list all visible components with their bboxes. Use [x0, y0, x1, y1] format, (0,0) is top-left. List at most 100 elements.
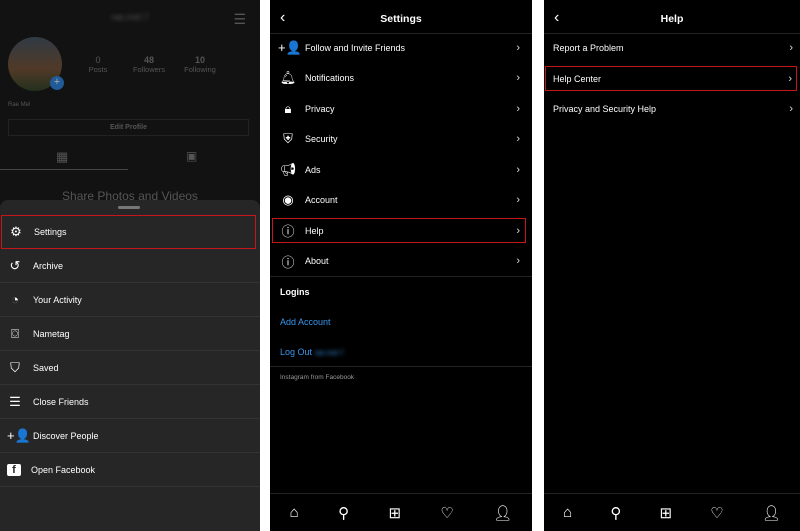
menu-item-saved[interactable]: ⛉ Saved: [0, 351, 260, 385]
help-item-report[interactable]: Report a Problem ›: [544, 33, 800, 63]
add-story-icon[interactable]: +: [50, 76, 64, 90]
item-label: Report a Problem: [553, 43, 624, 53]
settings-item-follow[interactable]: +👤 Follow and Invite Friends ›: [270, 33, 532, 63]
item-label: Account: [305, 195, 338, 205]
tagged-icon[interactable]: ▣: [186, 149, 197, 163]
item-label: Notifications: [305, 73, 355, 83]
shield-icon: ⛨: [283, 131, 293, 146]
menu-label: Settings: [34, 226, 67, 237]
home-icon[interactable]: ⌂: [563, 504, 572, 521]
following-label: Following: [184, 65, 216, 74]
chevron-right-icon: ›: [516, 42, 520, 54]
new-post-icon[interactable]: ⊞: [659, 504, 672, 522]
edit-profile-button[interactable]: Edit Profile: [8, 119, 249, 136]
menu-item-nametag[interactable]: ⌼ Nametag: [0, 317, 260, 351]
divider: [270, 276, 532, 277]
chevron-right-icon: ›: [516, 103, 520, 115]
menu-label: Nametag: [33, 328, 70, 339]
settings-item-privacy[interactable]: 🔒︎ Privacy ›: [270, 94, 532, 124]
archive-icon: ↺: [9, 257, 21, 273]
item-label: Follow and Invite Friends: [305, 43, 406, 53]
activity-icon: ◔: [11, 292, 19, 307]
profile-name: Rae Mel: [8, 102, 31, 108]
new-post-icon[interactable]: ⊞: [388, 504, 401, 522]
help-screen: ‹ Help Report a Problem › Help Center › Pr…: [544, 0, 800, 531]
log-out-link[interactable]: Log Out rae.mel.7: [280, 347, 344, 357]
chevron-right-icon: ›: [516, 164, 520, 176]
nametag-icon: ⌼: [11, 325, 19, 341]
settings-item-help[interactable]: ⓘ Help ›: [272, 218, 526, 243]
item-label: Privacy: [305, 104, 335, 114]
followers-count: 48: [143, 55, 154, 65]
chevron-right-icon: ›: [516, 133, 520, 145]
chevron-right-icon: ›: [788, 72, 792, 85]
chevron-right-icon: ›: [516, 255, 520, 267]
facebook-icon: f: [7, 463, 21, 476]
logins-heading: Logins: [280, 287, 310, 297]
menu-label: Saved: [33, 362, 59, 373]
item-label: Ads: [305, 165, 321, 175]
log-out-label: Log Out: [280, 347, 313, 357]
menu-item-close-friends[interactable]: ☰ Close Friends: [0, 385, 260, 419]
chevron-right-icon: ›: [516, 72, 520, 84]
profile-icon[interactable]: 👤︎: [762, 504, 781, 522]
bookmark-icon: ⛉: [10, 359, 20, 375]
add-account-link[interactable]: Add Account: [280, 317, 331, 327]
followers-stat[interactable]: 48 Followers: [128, 55, 170, 74]
settings-item-about[interactable]: ⓘ About ›: [270, 246, 532, 276]
settings-item-notifications[interactable]: 🔔︎ Notifications ›: [270, 63, 532, 93]
chevron-right-icon: ›: [516, 194, 520, 206]
profile-icon[interactable]: 👤︎: [493, 504, 512, 522]
lock-icon: 🔒︎: [284, 101, 292, 116]
menu-item-facebook[interactable]: f Open Facebook: [0, 453, 260, 487]
item-label: Privacy and Security Help: [553, 104, 657, 114]
help-icon: ⓘ: [281, 224, 295, 239]
heart-icon[interactable]: ♡: [710, 504, 723, 522]
heart-icon[interactable]: ♡: [440, 504, 453, 522]
search-icon[interactable]: ⚲: [610, 504, 621, 522]
following-stat[interactable]: 10 Following: [178, 55, 222, 74]
drag-handle[interactable]: [118, 206, 140, 209]
posts-label: Posts: [88, 65, 108, 74]
posts-stat: 0 Posts: [78, 55, 118, 74]
tab-indicator: [0, 169, 128, 170]
grid-icon[interactable]: ▦: [56, 149, 68, 165]
bottom-nav: ⌂ ⚲ ⊞ ♡ 👤︎: [270, 493, 532, 531]
add-person-icon: +👤: [278, 40, 302, 55]
list-icon: ☰: [9, 393, 21, 409]
menu-icon[interactable]: ☰: [233, 11, 246, 28]
help-item-privacy-security[interactable]: Privacy and Security Help ›: [544, 94, 800, 124]
settings-item-account[interactable]: ◉ Account ›: [270, 185, 532, 215]
chevron-right-icon: ›: [789, 42, 793, 54]
bell-icon: 🔔︎: [279, 70, 297, 85]
followers-label: Followers: [132, 65, 166, 74]
add-person-icon: +👤: [7, 427, 31, 443]
page-title: Help: [660, 13, 684, 25]
home-icon[interactable]: ⌂: [290, 504, 299, 521]
help-item-help-center[interactable]: Help Center ›: [545, 66, 797, 91]
item-label: Help: [305, 225, 324, 236]
username-title[interactable]: rae.mel.7: [0, 12, 260, 22]
settings-item-security[interactable]: ⛨ Security ›: [270, 124, 532, 154]
posts-count: 0: [95, 55, 101, 65]
menu-label: Close Friends: [33, 396, 89, 407]
menu-item-discover[interactable]: +👤 Discover People: [0, 419, 260, 453]
menu-item-activity[interactable]: ◔ Your Activity: [0, 283, 260, 317]
profile-screen: rae.mel.7 ☰ + 0 Posts 48 Followers 10 Follo…: [0, 0, 260, 531]
menu-sheet: ⚙ Settings ↺ Archive ◔ Your Activity ⌼ Namet…: [0, 200, 260, 531]
search-icon[interactable]: ⚲: [338, 504, 349, 522]
menu-label: Discover People: [33, 430, 99, 441]
menu-item-settings[interactable]: ⚙ Settings: [1, 215, 256, 249]
log-out-username: rae.mel.7: [314, 350, 344, 357]
menu-item-archive[interactable]: ↺ Archive: [0, 249, 260, 283]
divider: [270, 366, 532, 367]
item-label: Security: [305, 134, 338, 144]
account-icon: ◉: [282, 192, 294, 207]
settings-item-ads[interactable]: 📢︎ Ads ›: [270, 155, 532, 185]
menu-label: Open Facebook: [31, 464, 96, 475]
bottom-nav: ⌂ ⚲ ⊞ ♡ 👤︎: [544, 493, 800, 531]
following-count: 10: [194, 55, 205, 65]
item-label: About: [305, 256, 329, 266]
settings-screen: ‹ Settings +👤 Follow and Invite Friends › …: [270, 0, 532, 531]
info-icon: ⓘ: [281, 254, 295, 270]
